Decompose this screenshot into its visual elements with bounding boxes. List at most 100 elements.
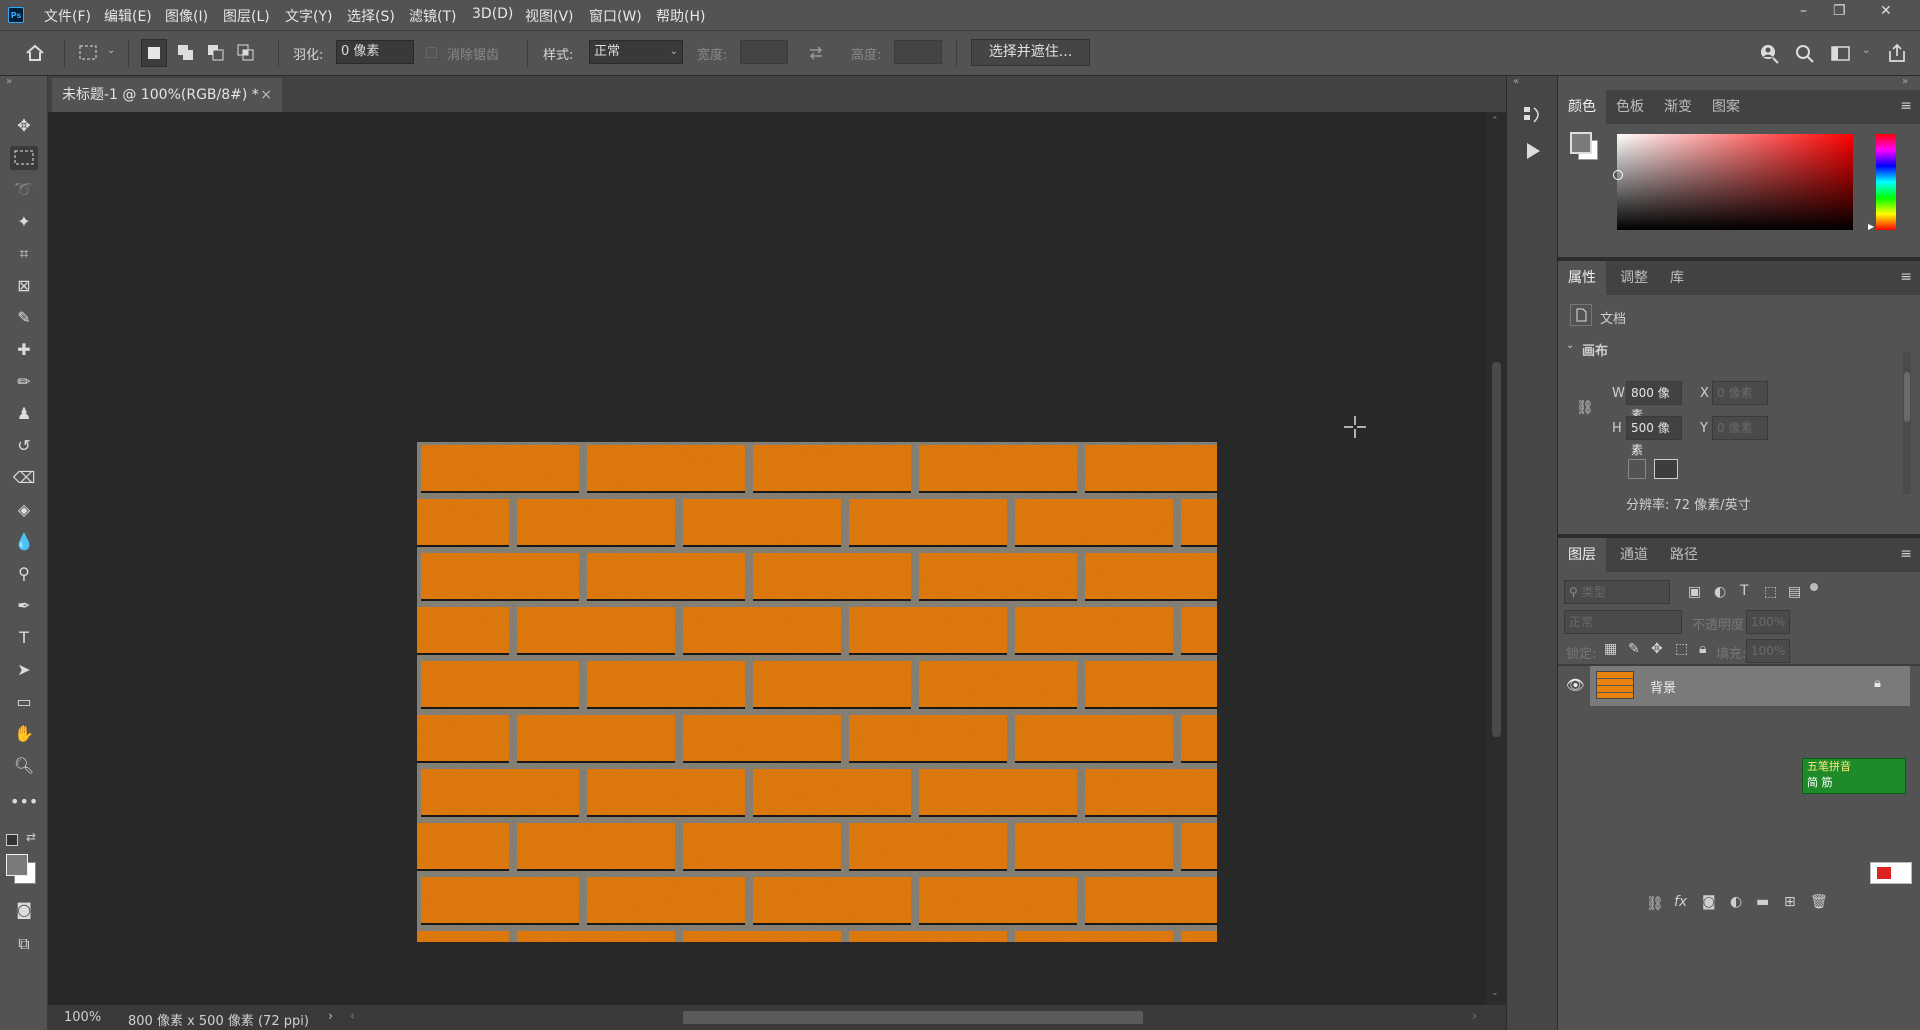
canvas-x-input[interactable]: 0 像素 (1712, 381, 1768, 405)
filter-toggle-icon[interactable] (1810, 583, 1818, 591)
add-to-selection-icon[interactable] (176, 43, 196, 63)
dodge-tool-icon[interactable]: ⚲ (10, 562, 38, 586)
chevron-down-icon[interactable]: ⌄ (1566, 340, 1574, 351)
tab-paths[interactable]: 路径 (1670, 538, 1698, 572)
canvas-y-input[interactable]: 0 像素 (1712, 416, 1768, 440)
color-picker-field[interactable] (1613, 134, 1853, 230)
tab-gradients[interactable]: 渐变 (1664, 90, 1692, 124)
select-and-mask-button[interactable]: 选择并遮住... (971, 39, 1090, 66)
lock-position-icon[interactable]: ✥ (1651, 641, 1663, 657)
lock-transparency-icon[interactable]: ▦ (1604, 641, 1617, 657)
canvas-height-input[interactable]: 500 像素 (1626, 416, 1682, 457)
height-input[interactable] (894, 40, 942, 64)
actions-play-icon[interactable] (1522, 140, 1544, 162)
hue-slider[interactable] (1876, 134, 1896, 230)
collapse-panels-icon[interactable]: » (1902, 76, 1908, 87)
workspace-icon[interactable] (1830, 44, 1852, 64)
add-mask-icon[interactable]: ◙ (1702, 894, 1716, 910)
tab-swatches[interactable]: 色板 (1616, 90, 1644, 124)
type-filter-icon[interactable]: T (1740, 583, 1749, 599)
menu-view[interactable]: 视图(V) (525, 6, 574, 26)
rectangle-tool-icon[interactable]: ▭ (10, 690, 38, 714)
lock-all-icon[interactable]: 🔒︎ (1699, 641, 1706, 657)
menu-filter[interactable]: 滤镜(T) (409, 6, 456, 26)
canvas-area[interactable] (48, 112, 1486, 1005)
width-input[interactable] (740, 40, 788, 64)
lasso-tool-icon[interactable]: ➰ (10, 178, 38, 202)
search-user-icon[interactable] (1758, 43, 1780, 65)
chevron-down-icon[interactable]: ⌄ (107, 45, 115, 56)
new-group-icon[interactable]: ▬ (1756, 894, 1769, 910)
tab-layers[interactable]: 图层 (1558, 538, 1606, 572)
layer-name[interactable]: 背景 (1650, 677, 1676, 696)
expand-panels-icon[interactable]: « (1513, 76, 1519, 87)
zoom-level[interactable]: 100% (64, 1010, 101, 1025)
healing-brush-tool-icon[interactable]: ✚ (10, 338, 38, 362)
smart-object-filter-icon[interactable]: ▤ (1788, 584, 1801, 600)
layer-lock-icon[interactable]: 🔒︎ (1874, 676, 1881, 691)
history-brush-tool-icon[interactable]: ↺ (10, 434, 38, 458)
tab-adjustments[interactable]: 调整 (1620, 261, 1648, 295)
tab-libraries[interactable]: 库 (1670, 261, 1684, 295)
menu-help[interactable]: 帮助(H) (656, 6, 705, 26)
layer-filter-select[interactable]: ⚲ 类型 (1564, 580, 1670, 604)
scroll-down-icon[interactable]: ⌄ (1491, 988, 1499, 998)
default-colors-icon[interactable] (6, 834, 18, 846)
pixel-layer-filter-icon[interactable]: ▣ (1688, 584, 1701, 600)
zoom-tool-icon[interactable]: 🔍︎ (10, 754, 38, 778)
menu-image[interactable]: 图像(I) (165, 6, 208, 26)
ime-widget[interactable]: 五笔拼音 简 筋 (1802, 758, 1906, 794)
landscape-orientation-icon[interactable] (1654, 459, 1678, 479)
scroll-right-icon[interactable]: › (1472, 1009, 1477, 1024)
adjustment-filter-icon[interactable]: ◐ (1714, 584, 1726, 600)
move-tool-icon[interactable]: ✥ (10, 114, 38, 138)
paint-bucket-tool-icon[interactable]: ◈ (10, 498, 38, 522)
hue-slider-handle[interactable]: ▶ (1868, 222, 1874, 231)
feather-input[interactable]: 0 像素 (336, 40, 414, 64)
foreground-color-swatch[interactable] (6, 854, 28, 876)
eraser-tool-icon[interactable]: ⌫ (10, 466, 38, 490)
restore-button[interactable]: ❐ (1833, 3, 1846, 19)
menu-file[interactable]: 文件(F) (44, 6, 91, 26)
history-panel-icon[interactable] (1522, 104, 1544, 128)
opacity-input[interactable]: 100% (1746, 610, 1790, 634)
properties-scrollbar[interactable] (1903, 352, 1911, 494)
marquee-preset-icon[interactable] (78, 43, 100, 63)
subtract-from-selection-icon[interactable] (206, 43, 226, 63)
panel-menu-icon[interactable]: ≡ (1900, 546, 1912, 562)
menu-layer[interactable]: 图层(L) (223, 6, 270, 26)
lock-artboard-icon[interactable]: ⬚ (1675, 641, 1688, 657)
minimize-button[interactable]: – (1800, 3, 1807, 19)
fx-icon[interactable]: fx (1674, 894, 1687, 910)
trash-icon[interactable]: 🗑︎ (1810, 894, 1828, 910)
tab-patterns[interactable]: 图案 (1712, 90, 1740, 124)
panel-menu-icon[interactable]: ≡ (1900, 269, 1912, 285)
menu-window[interactable]: 窗口(W) (589, 6, 642, 26)
tab-color[interactable]: 颜色 (1558, 90, 1606, 124)
shape-filter-icon[interactable]: ⬚ (1764, 584, 1777, 600)
panel-menu-icon[interactable]: ≡ (1900, 98, 1912, 114)
new-selection-button[interactable] (141, 39, 167, 67)
blur-tool-icon[interactable]: 💧 (10, 530, 38, 554)
search-icon[interactable] (1794, 43, 1816, 65)
color-panel-fg-swatch[interactable] (1570, 132, 1592, 154)
hand-tool-icon[interactable]: ✋ (10, 722, 38, 746)
ime-status-icon[interactable] (1870, 862, 1912, 884)
style-select[interactable]: 正常 ⌄ (589, 40, 683, 64)
type-tool-icon[interactable]: T (10, 626, 38, 650)
intersect-selection-icon[interactable] (236, 43, 256, 63)
menu-edit[interactable]: 编辑(E) (104, 6, 152, 26)
magic-wand-tool-icon[interactable]: ✦ (10, 210, 38, 234)
scroll-left-icon[interactable]: ‹ (350, 1009, 355, 1024)
pen-tool-icon[interactable]: ✒ (10, 594, 38, 618)
frame-tool-icon[interactable]: ⊠ (10, 274, 38, 298)
close-window-button[interactable]: ✕ (1880, 3, 1892, 19)
horizontal-scroll-thumb[interactable] (683, 1011, 1143, 1024)
swap-colors-icon[interactable]: ⇄ (26, 830, 36, 844)
eyedropper-tool-icon[interactable]: ✎ (10, 306, 38, 330)
tab-properties[interactable]: 属性 (1558, 261, 1606, 295)
rectangular-marquee-tool-icon[interactable] (10, 146, 38, 170)
document-tab[interactable]: 未标题-1 @ 100%(RGB/8#) * × (52, 78, 282, 112)
close-tab-icon[interactable]: × (260, 78, 272, 112)
link-layers-icon[interactable]: ⛓ (1646, 896, 1664, 912)
